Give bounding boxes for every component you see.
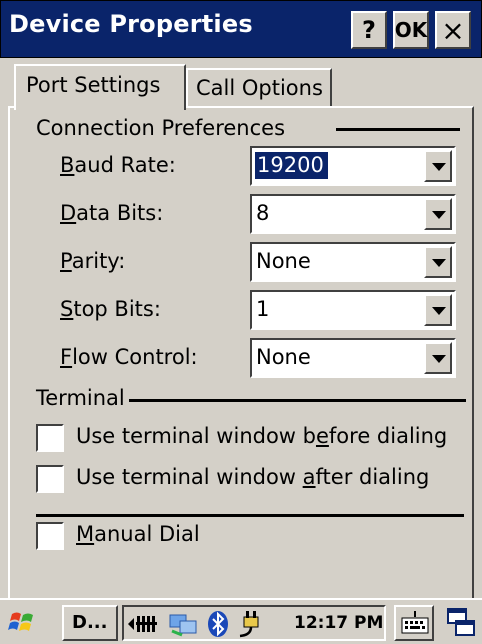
network-icon[interactable] — [168, 611, 200, 637]
data-bits-select[interactable]: 8 — [250, 194, 456, 234]
manual-dial-label[interactable]: Manual Dial — [76, 522, 200, 546]
dropdown-button[interactable] — [424, 150, 452, 182]
chevron-down-icon — [432, 355, 446, 363]
chevron-down-icon — [432, 307, 446, 315]
divider — [36, 514, 464, 517]
mnemonic: a — [302, 465, 316, 489]
manual-dial-checkbox[interactable] — [36, 522, 64, 550]
stop-bits-value: 1 — [256, 297, 270, 321]
baud-rate-select[interactable]: 19200 — [250, 146, 456, 186]
label-part: fter dialing — [315, 465, 430, 489]
label-part: anual Dial — [94, 522, 200, 546]
terminal-label: Terminal — [36, 386, 129, 410]
chevron-down-icon — [432, 163, 446, 171]
mnemonic: M — [76, 522, 95, 546]
ok-button[interactable]: OK — [393, 11, 429, 49]
group-divider — [336, 128, 460, 131]
mnemonic: F — [60, 345, 73, 369]
label-part: arity: — [71, 249, 126, 273]
help-button[interactable]: ? — [351, 11, 387, 49]
start-icon[interactable] — [8, 608, 36, 636]
close-button[interactable]: × — [435, 11, 471, 49]
label-part: top Bits: — [73, 297, 161, 321]
label-part: low Control: — [72, 345, 198, 369]
tab-port-settings[interactable]: Port Settings — [14, 64, 186, 110]
dropdown-button[interactable] — [424, 294, 452, 326]
mnemonic: B — [60, 153, 75, 177]
dropdown-button[interactable] — [424, 246, 452, 278]
clock[interactable]: 12:17 PM — [294, 613, 383, 633]
mnemonic: D — [60, 201, 77, 225]
mnemonic: e — [315, 424, 329, 448]
title-bar: Device Properties ? OK × — [0, 0, 482, 58]
power-plug-icon[interactable] — [236, 609, 266, 639]
flow-control-value: None — [256, 345, 311, 369]
bluetooth-icon[interactable] — [206, 610, 230, 638]
dropdown-button[interactable] — [424, 198, 452, 230]
terminal-after-label[interactable]: Use terminal window after dialing — [76, 465, 429, 489]
connection-preferences-label: Connection Preferences — [36, 116, 286, 140]
chevron-down-icon — [432, 211, 446, 219]
chevron-down-icon — [432, 259, 446, 267]
mnemonic: P — [60, 249, 72, 273]
label-part: fore dialing — [328, 424, 448, 448]
group-divider — [128, 399, 466, 402]
task-device-properties[interactable]: D... — [62, 605, 118, 641]
data-bits-value: 8 — [256, 201, 270, 225]
terminal-before-checkbox[interactable] — [36, 424, 64, 452]
taskbar: D... 12:17 PM — [0, 598, 482, 644]
parity-value: None — [256, 249, 311, 273]
flow-control-label: Flow Control: — [60, 345, 198, 369]
tab-call-options[interactable]: Call Options — [186, 68, 332, 106]
system-tray: 12:17 PM — [122, 605, 386, 641]
parity-select[interactable]: None — [250, 242, 456, 282]
parity-label: Parity: — [60, 249, 125, 273]
signal-icon[interactable] — [128, 613, 164, 635]
label-part: Use terminal window b — [76, 424, 316, 448]
terminal-before-label[interactable]: Use terminal window before dialing — [76, 424, 447, 448]
dropdown-button[interactable] — [424, 342, 452, 374]
flow-control-select[interactable]: None — [250, 338, 456, 378]
window-switch-icon[interactable] — [444, 605, 478, 641]
keyboard-icon — [401, 611, 429, 634]
baud-rate-label: Baud Rate: — [60, 153, 176, 177]
label-part: ata Bits: — [76, 201, 164, 225]
baud-rate-value: 19200 — [255, 152, 328, 179]
stop-bits-select[interactable]: 1 — [250, 290, 456, 330]
data-bits-label: Data Bits: — [60, 201, 163, 225]
label-part: aud Rate: — [74, 153, 176, 177]
stop-bits-label: Stop Bits: — [60, 297, 161, 321]
window-title: Device Properties — [9, 10, 253, 38]
terminal-after-checkbox[interactable] — [36, 465, 64, 493]
label-part: Use terminal window — [76, 465, 303, 489]
mnemonic: S — [60, 297, 74, 321]
keyboard-button[interactable] — [394, 605, 434, 641]
